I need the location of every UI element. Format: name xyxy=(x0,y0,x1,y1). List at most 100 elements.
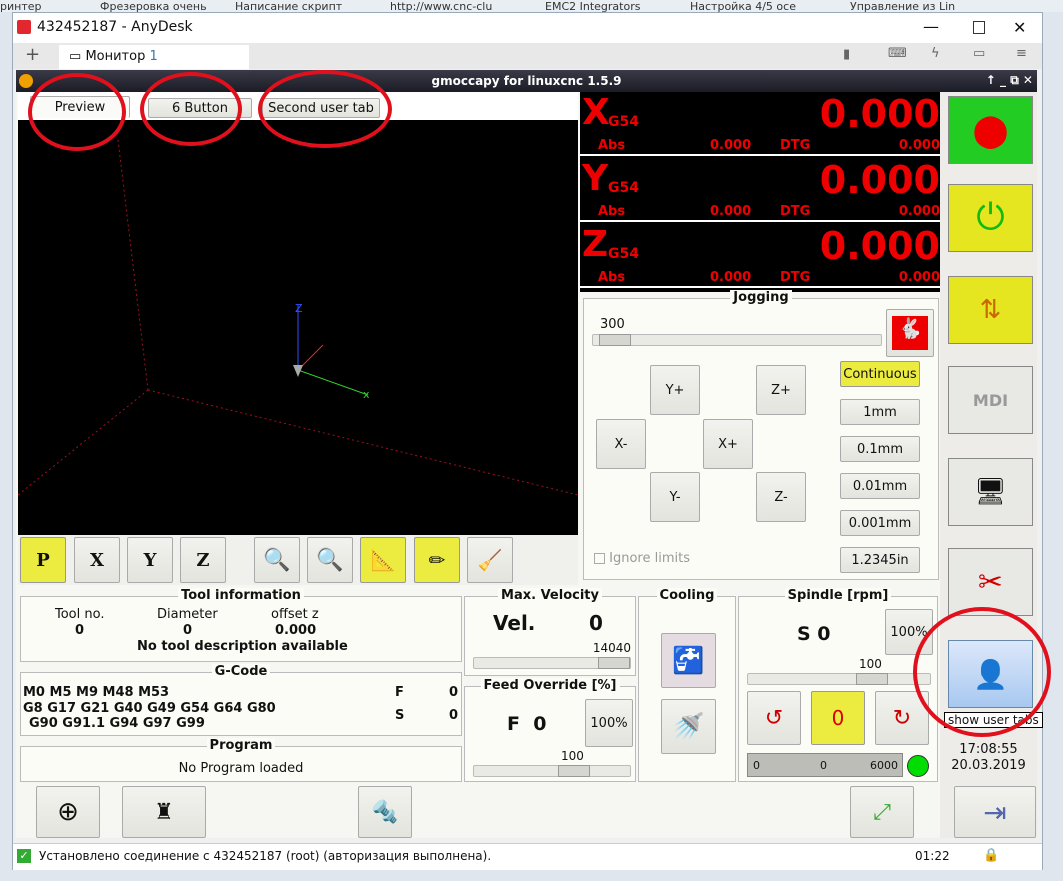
spindle-override-slider[interactable] xyxy=(747,673,931,685)
view-z-button[interactable]: Z xyxy=(180,537,226,583)
jog-speed-value: 300 xyxy=(600,317,625,332)
fullscreen-icon[interactable]: ⤢ xyxy=(850,786,914,838)
increment-1mm[interactable]: 1mm xyxy=(840,399,920,425)
offset-z-label: offset z xyxy=(271,607,319,622)
zoom-in-icon[interactable]: 🔍 xyxy=(254,537,300,583)
dro-y[interactable]: Y G54 0.000 Abs 0.000 DTG 0.000 xyxy=(580,158,940,222)
jog-y-plus[interactable]: Y+ xyxy=(650,365,700,415)
diameter-value: 0 xyxy=(183,623,193,638)
dro-panel: X G54 0.000 Abs 0.000 DTG 0.000 Y G54 0.… xyxy=(580,92,940,292)
gcode-active-m: M0 M5 M9 M48 M53 xyxy=(23,685,170,700)
mdi-mode-icon[interactable]: MDI xyxy=(948,366,1033,434)
new-tab-icon[interactable]: + xyxy=(25,44,40,65)
view-y-button[interactable]: Y xyxy=(127,537,173,583)
maximize-icon[interactable] xyxy=(973,21,985,34)
tool-info-frame: Tool information Tool no. Diameter offse… xyxy=(20,588,462,662)
preview-toolbar: P X Y Z 🔍 🔍 📐 ✏ 🧹 xyxy=(18,535,578,585)
max-velocity-frame: Max. Velocity Vel. 0 14040 xyxy=(464,588,636,676)
home-axes-icon[interactable]: ⊕ xyxy=(36,786,100,838)
diameter-label: Diameter xyxy=(157,607,218,622)
bookmarks-bar: ринтер Фрезеровка очень Написание скрипт… xyxy=(0,0,1063,12)
annotation-circle xyxy=(913,607,1051,737)
display-icon[interactable]: ▭ xyxy=(973,46,985,61)
feed-override-slider[interactable] xyxy=(473,765,631,777)
spindle-stop-icon[interactable]: 0 xyxy=(811,691,865,745)
velocity-max: 14040 xyxy=(592,641,631,655)
feed-reset-button[interactable]: 100% xyxy=(585,699,633,747)
bookmark[interactable]: Написание скрипт xyxy=(235,0,342,12)
cooling-frame: Cooling 🚰 🚿 xyxy=(638,588,736,782)
gcode-active-g1: G8 G17 G21 G40 G49 G54 G64 G80 xyxy=(23,701,276,716)
bookmark[interactable]: EMC2 Integrators xyxy=(545,0,640,12)
jog-x-plus[interactable]: X+ xyxy=(703,419,753,469)
check-icon: ✓ xyxy=(17,849,31,863)
gcode-active-g2: G90 G91.1 G94 G97 G99 xyxy=(29,716,205,731)
bookmark[interactable]: Фрезеровка очень xyxy=(100,0,207,12)
rabbit-speed-button[interactable]: 🐇 xyxy=(886,309,934,357)
ignore-limits-checkbox[interactable]: Ignore limits xyxy=(594,551,690,566)
spindle-speed-bar: 0 0 6000 xyxy=(747,753,903,777)
view-p-button[interactable]: P xyxy=(20,537,66,583)
lock-icon[interactable]: 🔒 xyxy=(983,848,999,863)
jog-z-minus[interactable]: Z- xyxy=(756,472,806,522)
clock-time: 17:08:55 xyxy=(959,742,1018,757)
clock-date: 20.03.2019 xyxy=(951,758,1026,773)
increment-1-2345in[interactable]: 1.2345in xyxy=(840,547,920,573)
increment-0-001mm[interactable]: 0.001mm xyxy=(840,510,920,536)
jog-x-minus[interactable]: X- xyxy=(596,419,646,469)
bookmark[interactable]: http://www.cnc-clu xyxy=(390,0,492,12)
jog-z-plus[interactable]: Z+ xyxy=(756,365,806,415)
program-status: No Program loaded xyxy=(178,761,304,776)
spindle-ccw-icon[interactable]: ↺ xyxy=(747,691,801,745)
zoom-out-icon[interactable]: 🔍 xyxy=(307,537,353,583)
increment-0-01mm[interactable]: 0.01mm xyxy=(840,473,920,499)
power-icon[interactable]: ⏻ xyxy=(948,184,1033,252)
manual-mode-icon[interactable]: ⇅ xyxy=(948,276,1033,344)
speed-label: S xyxy=(395,708,405,723)
minimize-icon[interactable]: — xyxy=(923,17,939,36)
flood-coolant-icon[interactable]: 🚰 xyxy=(661,633,716,688)
preview-3d[interactable]: Z x xyxy=(17,120,579,535)
mist-coolant-icon[interactable]: 🚿 xyxy=(661,699,716,754)
svg-text:Z: Z xyxy=(295,302,303,315)
dro-z[interactable]: Z G54 0.000 Abs 0.000 DTG 0.000 xyxy=(580,224,940,288)
view-x-button[interactable]: X xyxy=(74,537,120,583)
window-controls[interactable]: ↑ _ ⧉ ✕ xyxy=(986,73,1033,88)
bookmark[interactable]: Настройка 4/5 осе xyxy=(690,0,796,12)
chat-icon[interactable]: ▮ xyxy=(843,47,850,62)
close-icon[interactable]: ✕ xyxy=(1013,18,1026,37)
bookmark[interactable]: Управление из Lin xyxy=(850,0,955,12)
app-icon xyxy=(19,74,33,88)
dro-x[interactable]: X G54 0.000 Abs 0.000 DTG 0.000 xyxy=(580,92,940,156)
tool-description: No tool description available xyxy=(137,639,348,654)
tab-monitor[interactable]: ▭ Монитор 1 xyxy=(59,45,249,69)
dimensions-icon[interactable]: 📐 xyxy=(360,537,406,583)
max-velocity-slider[interactable] xyxy=(473,657,631,669)
gmoccapy-title: gmoccapy for linuxcnc 1.5.9 xyxy=(431,74,622,88)
program-frame: Program No Program loaded xyxy=(20,738,462,782)
menu-icon[interactable]: ≡ xyxy=(1016,46,1027,61)
emergency-stop-icon[interactable]: ⬤ xyxy=(948,96,1033,164)
keyboard-icon[interactable]: ⌨ xyxy=(888,46,907,61)
increment-0-1mm[interactable]: 0.1mm xyxy=(840,436,920,462)
jog-y-minus[interactable]: Y- xyxy=(650,472,700,522)
pencil-icon[interactable]: ✏ xyxy=(414,537,460,583)
tool-no-label: Tool no. xyxy=(55,607,105,622)
feed-value: F 0 xyxy=(507,713,547,735)
increment-continuous[interactable]: Continuous xyxy=(840,361,920,387)
auto-mode-icon[interactable]: 🖥 xyxy=(948,458,1033,526)
tab-number: 1 xyxy=(149,49,158,64)
feed-override-frame: Feed Override [%] F 0 100% 100 xyxy=(464,678,636,782)
annotation-circle xyxy=(28,73,126,151)
jog-speed-slider[interactable] xyxy=(592,334,882,346)
tool-icon[interactable]: 🔩 xyxy=(358,786,412,838)
broom-icon[interactable]: 🧹 xyxy=(467,537,513,583)
spindle-at-speed-led xyxy=(907,755,929,777)
settings-tools-icon[interactable]: ✂ xyxy=(948,548,1033,616)
exit-icon[interactable]: ⇥ xyxy=(954,786,1036,838)
action-icon[interactable]: ϟ xyxy=(931,46,940,61)
bookmark[interactable]: ринтер xyxy=(0,0,41,12)
anydesk-titlebar: 432452187 - AnyDesk — ✕ xyxy=(13,13,1042,43)
touch-off-icon[interactable]: ♜ xyxy=(122,786,206,838)
feed-value: 0 xyxy=(449,685,459,700)
